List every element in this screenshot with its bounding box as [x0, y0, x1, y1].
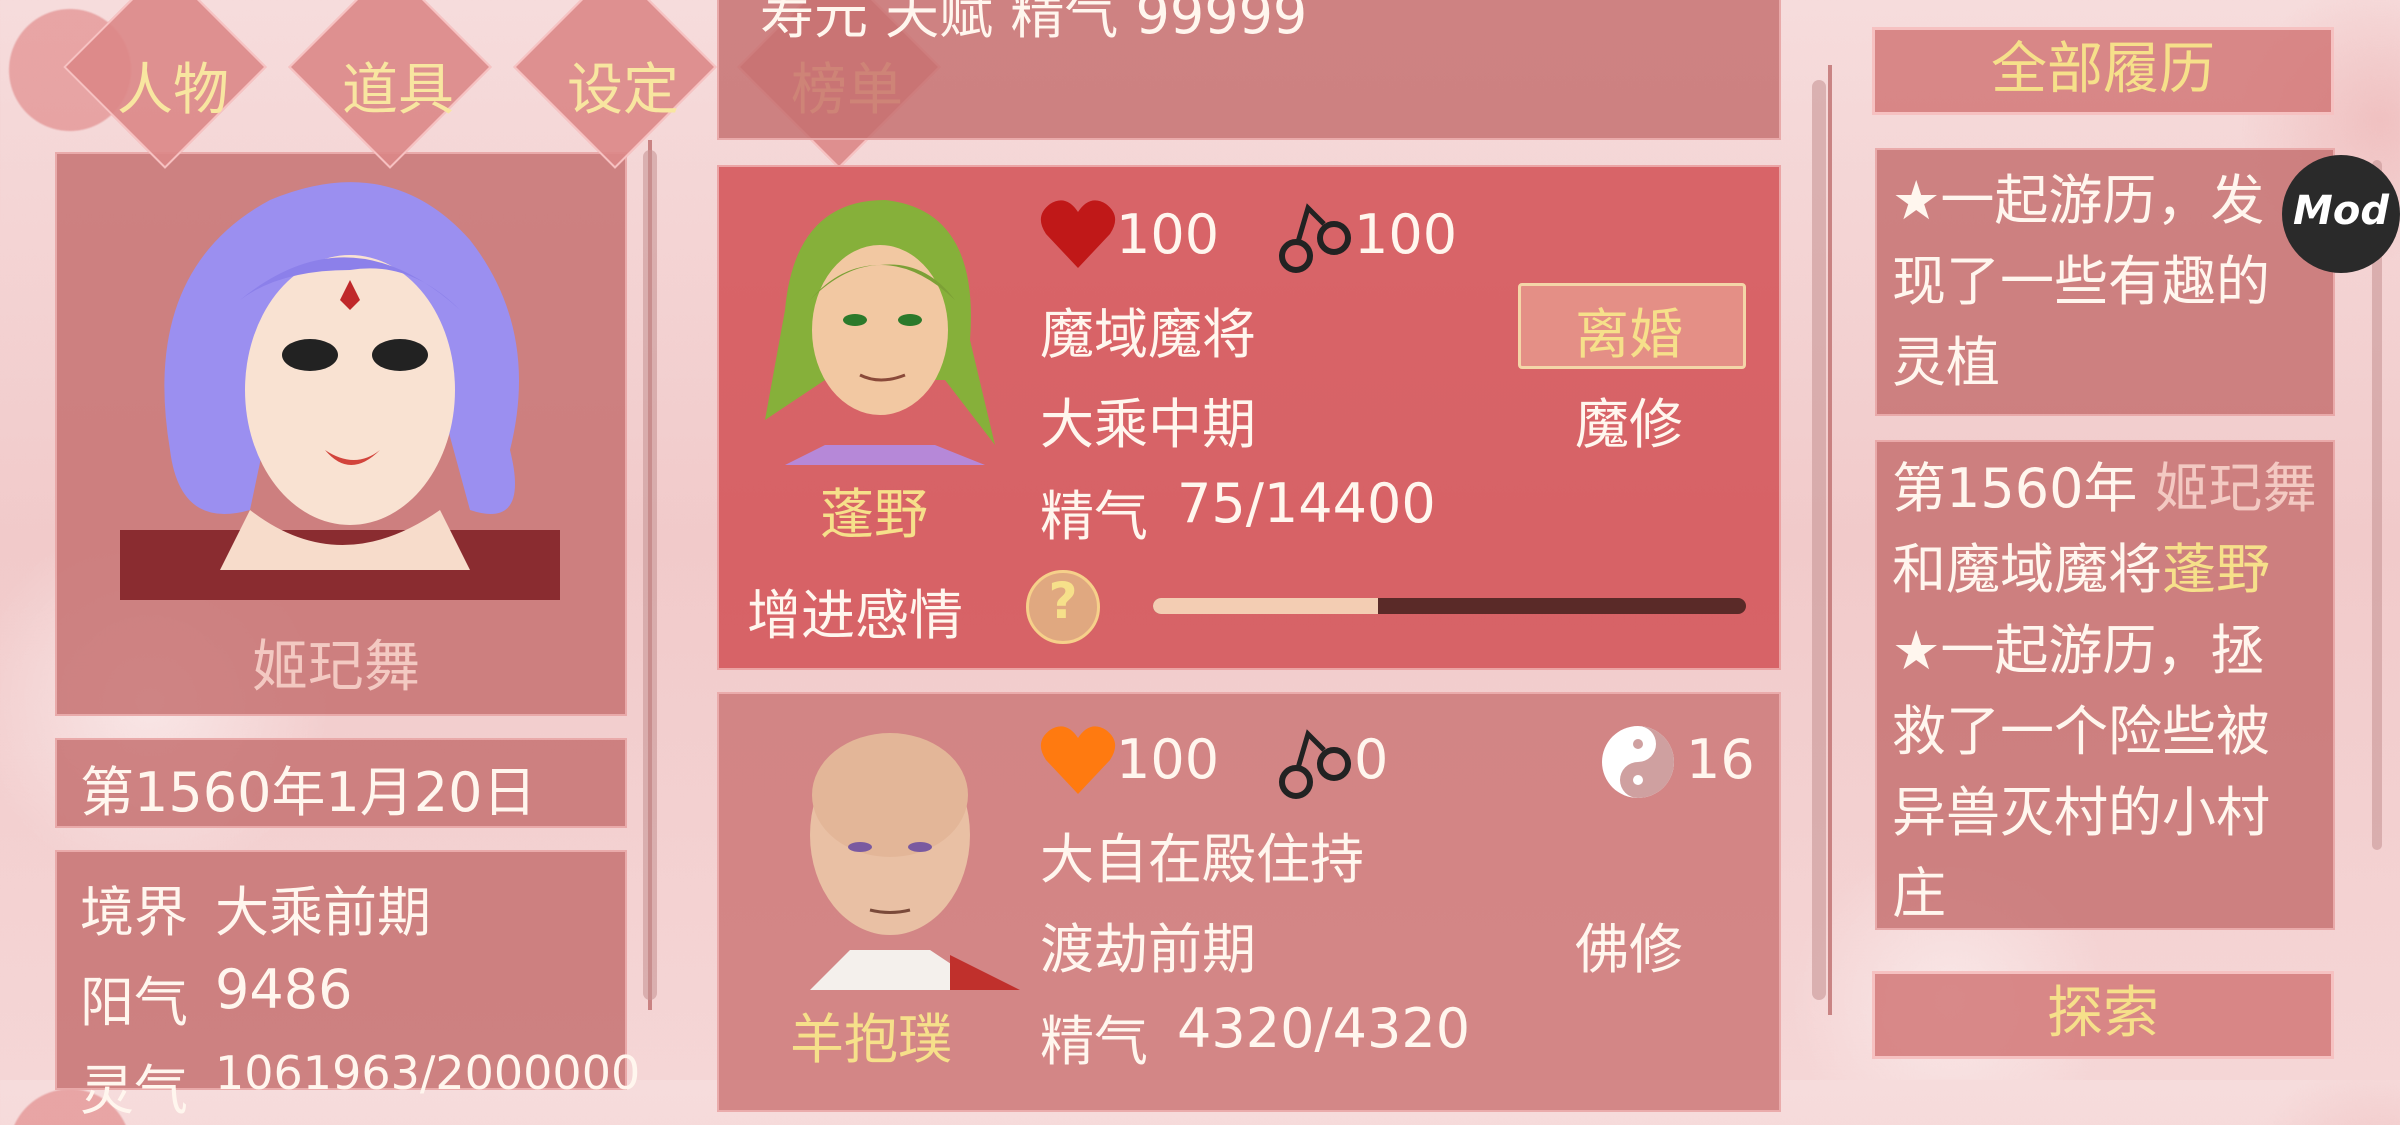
- history-middle: 和魔域魔将: [1892, 538, 2162, 601]
- history-name-1: 姬玘舞: [2154, 457, 2317, 520]
- handcuffs-icon: [1279, 203, 1351, 273]
- history-line: 救了一个险些被: [1892, 700, 2270, 763]
- history-line: 现了一些有趣的: [1892, 250, 2270, 313]
- ling-value: 1061963/2000000: [215, 1046, 641, 1100]
- yang-label: 阳气: [80, 971, 188, 1034]
- player-portrait: [120, 182, 560, 600]
- heart-icon: [1040, 200, 1116, 268]
- companion-2-title: 大自在殿住持: [1040, 828, 1364, 891]
- companion-1-affection: 100: [1116, 203, 1220, 266]
- companion-2-essence-label: 精气: [1040, 1010, 1148, 1073]
- left-scrollbar[interactable]: [643, 150, 657, 1000]
- middle-scrollbar[interactable]: [1812, 80, 1826, 1000]
- yang-value: 9486: [215, 958, 353, 1021]
- tab-settings-label: 设定: [567, 58, 679, 123]
- history-line: 第1560年 姬玘舞: [1892, 448, 2362, 529]
- tab-character-label: 人物: [117, 58, 229, 123]
- history-year: 第1560年: [1892, 457, 2155, 520]
- explore-button[interactable]: 探索: [1872, 971, 2334, 1059]
- mod-label: Mod: [2293, 188, 2389, 234]
- divorce-button-label: 离婚: [1575, 303, 1683, 366]
- companion-1-title: 魔域魔将: [1040, 303, 1256, 366]
- companion-2-essence: 4320/4320: [1177, 997, 1471, 1060]
- companion-1-bond: 100: [1354, 203, 1458, 266]
- right-scrollbar[interactable]: [2372, 160, 2382, 850]
- companion-2-bond: 0: [1354, 728, 1389, 791]
- all-history-button[interactable]: 全部履历: [1872, 27, 2334, 115]
- companion-1-essence-label: 精气: [1040, 485, 1148, 548]
- tab-items-label: 道具: [342, 58, 454, 123]
- help-icon: ?: [1048, 572, 1078, 630]
- companion-1-essence: 75/14400: [1177, 472, 1436, 535]
- companion-1-sect: 魔修: [1575, 393, 1683, 456]
- yinyang-icon: [1602, 726, 1674, 798]
- companion-1-realm: 大乘中期: [1040, 393, 1256, 456]
- history-entry-2-text: 第1560年 姬玘舞 和魔域魔将蓬野 ★一起游历，拯 救了一个险些被 异兽灭村的…: [1892, 448, 2362, 934]
- history-line: 灵植: [1892, 331, 2000, 394]
- companion-1-name: 蓬野: [820, 483, 928, 546]
- history-line: ★一起游历，拯: [1892, 619, 2265, 682]
- companion-1-portrait: [765, 200, 995, 465]
- realm-label: 境界: [80, 881, 188, 944]
- companion-2-portrait: [810, 733, 1020, 990]
- companion-2-affection: 100: [1116, 728, 1220, 791]
- ling-label: 灵气: [80, 1059, 188, 1122]
- companion-2-sect: 佛修: [1575, 918, 1683, 981]
- companion-2-realm: 渡劫前期: [1040, 918, 1256, 981]
- middle-scroll-track: [1828, 65, 1832, 1015]
- affection-progress-fill: [1153, 598, 1379, 614]
- realm-value: 大乘前期: [215, 881, 431, 944]
- history-name-2: 蓬野: [2162, 538, 2270, 601]
- handcuffs-icon: [1279, 729, 1351, 799]
- companion-2-name: 羊抱璞: [790, 1008, 952, 1071]
- companion-2-yinyang: 16: [1686, 728, 1755, 791]
- top-card-text: 寿元 天赋 精气 99999: [760, 0, 1308, 46]
- heart-icon: [1040, 726, 1116, 794]
- history-line: 庄: [1892, 862, 1946, 925]
- date-text: 第1560年1月20日: [80, 761, 537, 824]
- player-name: 姬玘舞: [252, 635, 420, 700]
- history-line: 和魔域魔将蓬野: [1892, 529, 2362, 610]
- affection-progress-bar: [1153, 598, 1746, 614]
- promote-affection-label: 增进感情: [747, 584, 963, 647]
- history-line: 异兽灭村的小村: [1892, 781, 2270, 844]
